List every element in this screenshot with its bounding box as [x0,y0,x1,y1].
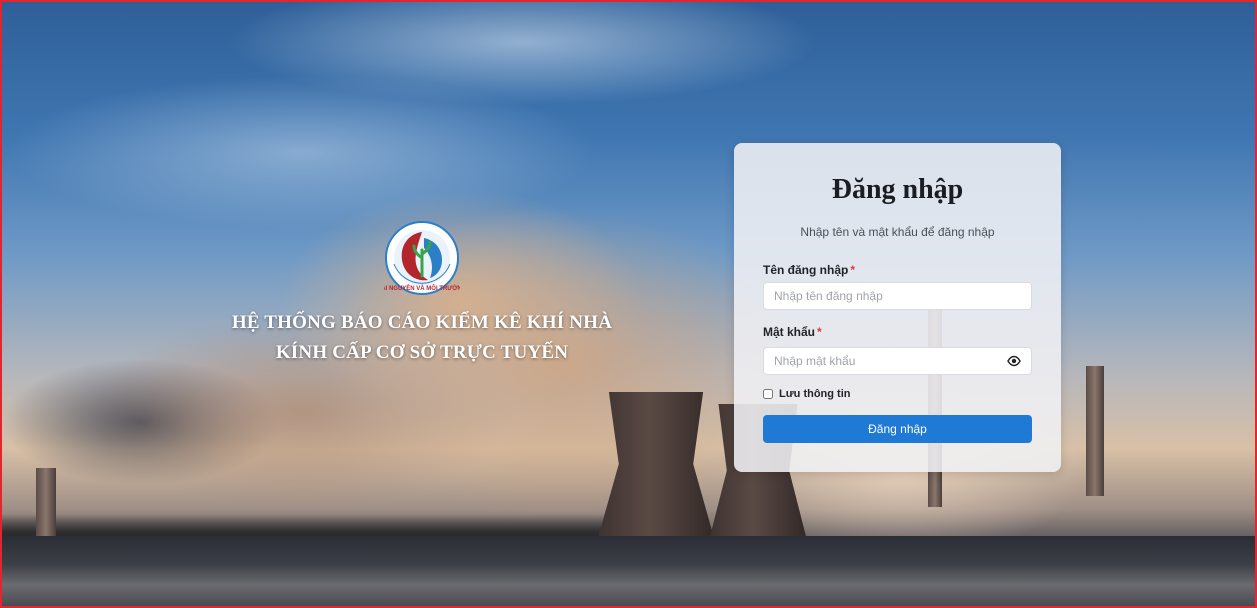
required-mark: * [850,263,856,277]
system-title-line-2: KÍNH CẤP CƠ SỞ TRỰC TUYẾN [275,342,569,363]
login-title: Đăng nhập [831,174,964,205]
ground [2,536,1255,606]
system-title-line-1: HỆ THỐNG BÁO CÁO KIỂM KÊ KHÍ NHÀ [231,312,613,333]
password-label: Mật khẩu * [763,325,822,339]
brand-block: TÀI NGUYÊN VÀ MÔI TRƯỜNG HỆ THỐNG BÁO CÁ… [202,220,642,368]
login-subtitle: Nhập tên và mật khẩu để đăng nhập [800,225,995,239]
remember-checkbox[interactable] [763,389,773,399]
remember-label: Lưu thông tin [779,388,851,400]
cooling-tower-left [594,392,718,552]
username-input[interactable] [763,282,1032,310]
eye-icon[interactable] [1007,354,1021,368]
username-label: Tên đăng nhập * [763,263,855,277]
smokestack-right [1086,366,1104,496]
login-page: TÀI NGUYÊN VÀ MÔI TRƯỜNG HỆ THỐNG BÁO CÁ… [0,0,1257,608]
login-button[interactable]: Đăng nhập [763,415,1032,443]
svg-text:TÀI NGUYÊN VÀ MÔI TRƯỜNG: TÀI NGUYÊN VÀ MÔI TRƯỜNG [384,284,460,292]
password-label-text: Mật khẩu [763,325,816,339]
username-label-text: Tên đăng nhập [763,263,849,277]
login-card: Đăng nhập Nhập tên và mật khẩu để đăng n… [734,143,1061,472]
ministry-logo-icon: TÀI NGUYÊN VÀ MÔI TRƯỜNG [378,220,467,296]
required-mark: * [817,325,822,339]
remember-me[interactable]: Lưu thông tin [763,388,851,400]
password-input[interactable] [763,347,1032,375]
